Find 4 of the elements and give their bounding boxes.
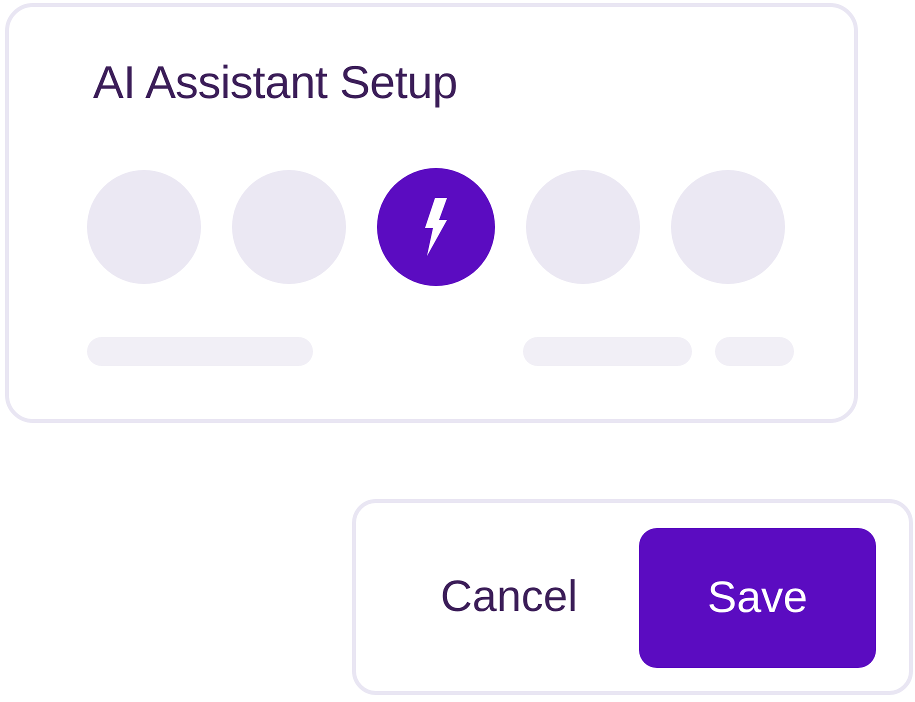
- lightning-icon: [423, 198, 449, 256]
- save-button[interactable]: Save: [639, 528, 876, 668]
- cancel-button[interactable]: Cancel: [419, 557, 599, 637]
- card-title: AI Assistant Setup: [93, 55, 458, 110]
